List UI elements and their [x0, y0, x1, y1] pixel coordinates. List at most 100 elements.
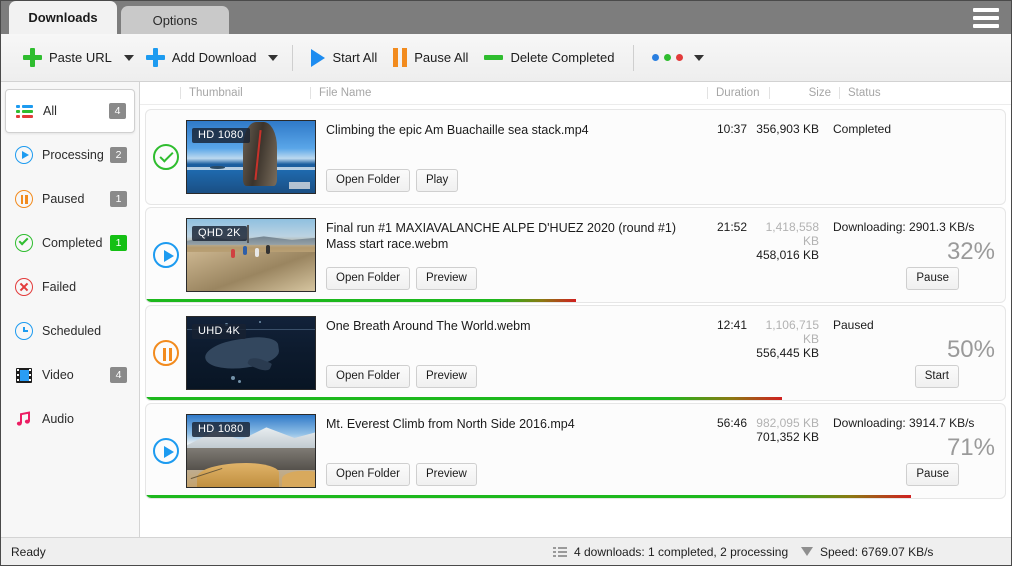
row-actions: Open Folder Preview — [326, 463, 477, 486]
app-window: Downloads Options Paste URL Add Download… — [0, 0, 1012, 566]
row-actions: Open Folder Preview — [326, 267, 477, 290]
table-row[interactable]: HD 1080 Mt. Everest Climb from North Sid… — [145, 403, 1006, 499]
column-header-thumbnail[interactable]: Thumbnail — [180, 87, 310, 99]
video-thumbnail[interactable]: UHD 4K — [186, 316, 316, 390]
sidebar-item-processing[interactable]: Processing 2 — [5, 133, 135, 177]
pause-button[interactable]: Pause — [906, 463, 959, 486]
size-cell: 356,903 KB — [747, 110, 825, 204]
delete-completed-label: Delete Completed — [510, 50, 614, 65]
status-cell: Downloading: 2901.3 KB/s 32% Pause — [825, 208, 1005, 302]
play-circle-icon — [153, 242, 179, 268]
more-options-button[interactable] — [644, 41, 712, 75]
progress-bar — [146, 495, 911, 498]
preview-button[interactable]: Preview — [416, 365, 477, 388]
list-icon — [553, 546, 567, 558]
pause-circle-icon — [15, 190, 33, 208]
thumbnail-cell: HD 1080 — [186, 404, 326, 498]
toolbar-divider — [292, 45, 293, 71]
play-button[interactable]: Play — [416, 169, 458, 192]
sidebar-item-label: Failed — [42, 280, 127, 294]
list-icon — [16, 102, 34, 120]
tab-options[interactable]: Options — [121, 6, 229, 34]
open-folder-button[interactable]: Open Folder — [326, 169, 410, 192]
sidebar-badge-processing: 2 — [110, 147, 127, 163]
add-download-dropdown[interactable] — [264, 41, 282, 75]
chevron-down-icon — [124, 55, 134, 61]
file-info-cell: Final run #1 MAXIAVALANCHE ALPE D'HUEZ 2… — [326, 208, 685, 302]
column-header-status[interactable]: Status — [839, 87, 1011, 99]
row-action-wrap: Pause — [906, 463, 959, 486]
duration-value: 56:46 — [685, 404, 747, 498]
download-arrow-icon — [801, 547, 813, 556]
sidebar: All 4 Processing 2 Paused 1 — [1, 82, 140, 537]
progress-percent: 71% — [947, 434, 995, 462]
pause-icon — [393, 48, 407, 67]
sidebar-item-all[interactable]: All 4 — [5, 89, 135, 133]
sidebar-item-label: Paused — [42, 192, 110, 206]
start-button[interactable]: Start — [915, 365, 959, 388]
size-downloaded-value: 458,016 KB — [747, 248, 819, 262]
file-info-cell: One Breath Around The World.webm Open Fo… — [326, 306, 685, 400]
file-name-label: One Breath Around The World.webm — [326, 318, 685, 334]
table-row[interactable]: UHD 4K One Breath Around The World.webm … — [145, 305, 1006, 401]
sidebar-item-paused[interactable]: Paused 1 — [5, 177, 135, 221]
status-text: Paused — [833, 318, 1005, 332]
size-downloaded-value: 701,352 KB — [747, 430, 819, 444]
column-header-filename[interactable]: File Name — [310, 87, 707, 99]
video-thumbnail[interactable]: HD 1080 — [186, 414, 316, 488]
delete-completed-button[interactable]: Delete Completed — [476, 41, 622, 75]
file-name-label: Mt. Everest Climb from North Side 2016.m… — [326, 416, 685, 432]
tab-downloads[interactable]: Downloads — [9, 1, 117, 34]
toolbar-divider — [633, 45, 634, 71]
progress-percent: 32% — [947, 238, 995, 266]
film-icon — [15, 366, 33, 384]
size-cell: 1,106,715 KB 556,445 KB — [747, 306, 825, 400]
sidebar-item-audio[interactable]: Audio — [5, 397, 135, 441]
size-total-value: 1,418,558 KB — [747, 220, 819, 248]
play-icon — [311, 49, 325, 67]
status-bar: Ready 4 downloads: 1 completed, 2 proces… — [1, 537, 1011, 565]
preview-button[interactable]: Preview — [416, 267, 477, 290]
sidebar-item-completed[interactable]: Completed 1 — [5, 221, 135, 265]
quality-badge: QHD 2K — [192, 226, 247, 241]
paste-url-button[interactable]: Paste URL — [15, 41, 120, 75]
video-thumbnail[interactable]: HD 1080 — [186, 120, 316, 194]
preview-button[interactable]: Preview — [416, 463, 477, 486]
play-circle-icon — [15, 146, 33, 164]
main-body: All 4 Processing 2 Paused 1 — [1, 82, 1011, 537]
add-download-button[interactable]: Add Download — [138, 41, 265, 75]
column-header-size[interactable]: Size — [769, 87, 839, 99]
column-header-duration[interactable]: Duration — [707, 87, 769, 99]
sidebar-item-label: Completed — [42, 236, 110, 250]
file-name-label: Final run #1 MAXIAVALANCHE ALPE D'HUEZ 2… — [326, 220, 685, 252]
hamburger-menu-icon[interactable] — [973, 8, 999, 28]
chevron-down-icon — [268, 55, 278, 61]
row-actions: Open Folder Preview — [326, 365, 477, 388]
open-folder-button[interactable]: Open Folder — [326, 463, 410, 486]
row-state-indicator — [146, 208, 186, 302]
status-ready-label: Ready — [11, 545, 141, 559]
open-folder-button[interactable]: Open Folder — [326, 365, 410, 388]
row-actions: Open Folder Play — [326, 169, 458, 192]
video-thumbnail[interactable]: QHD 2K — [186, 218, 316, 292]
pause-button[interactable]: Pause — [906, 267, 959, 290]
pause-all-button[interactable]: Pause All — [385, 41, 476, 75]
row-state-indicator — [146, 306, 186, 400]
sidebar-item-video[interactable]: Video 4 — [5, 353, 135, 397]
row-action-wrap: Pause — [906, 267, 959, 290]
table-row[interactable]: HD 1080 Climbing the epic Am Buachaille … — [145, 109, 1006, 205]
title-bar: Downloads Options — [1, 1, 1011, 34]
pause-circle-icon — [153, 340, 179, 366]
plus-icon — [146, 48, 165, 67]
paste-url-dropdown[interactable] — [120, 41, 138, 75]
status-cell: Completed — [825, 110, 1005, 204]
status-speed-label: Speed: 6769.07 KB/s — [820, 545, 933, 559]
sidebar-item-failed[interactable]: Failed — [5, 265, 135, 309]
open-folder-button[interactable]: Open Folder — [326, 267, 410, 290]
quality-badge: HD 1080 — [192, 128, 250, 143]
table-row[interactable]: QHD 2K Final run #1 MAXIAVALANCHE ALPE D… — [145, 207, 1006, 303]
start-all-button[interactable]: Start All — [303, 41, 385, 75]
download-rows: HD 1080 Climbing the epic Am Buachaille … — [140, 105, 1011, 537]
chevron-down-icon — [694, 55, 704, 61]
sidebar-item-scheduled[interactable]: Scheduled — [5, 309, 135, 353]
